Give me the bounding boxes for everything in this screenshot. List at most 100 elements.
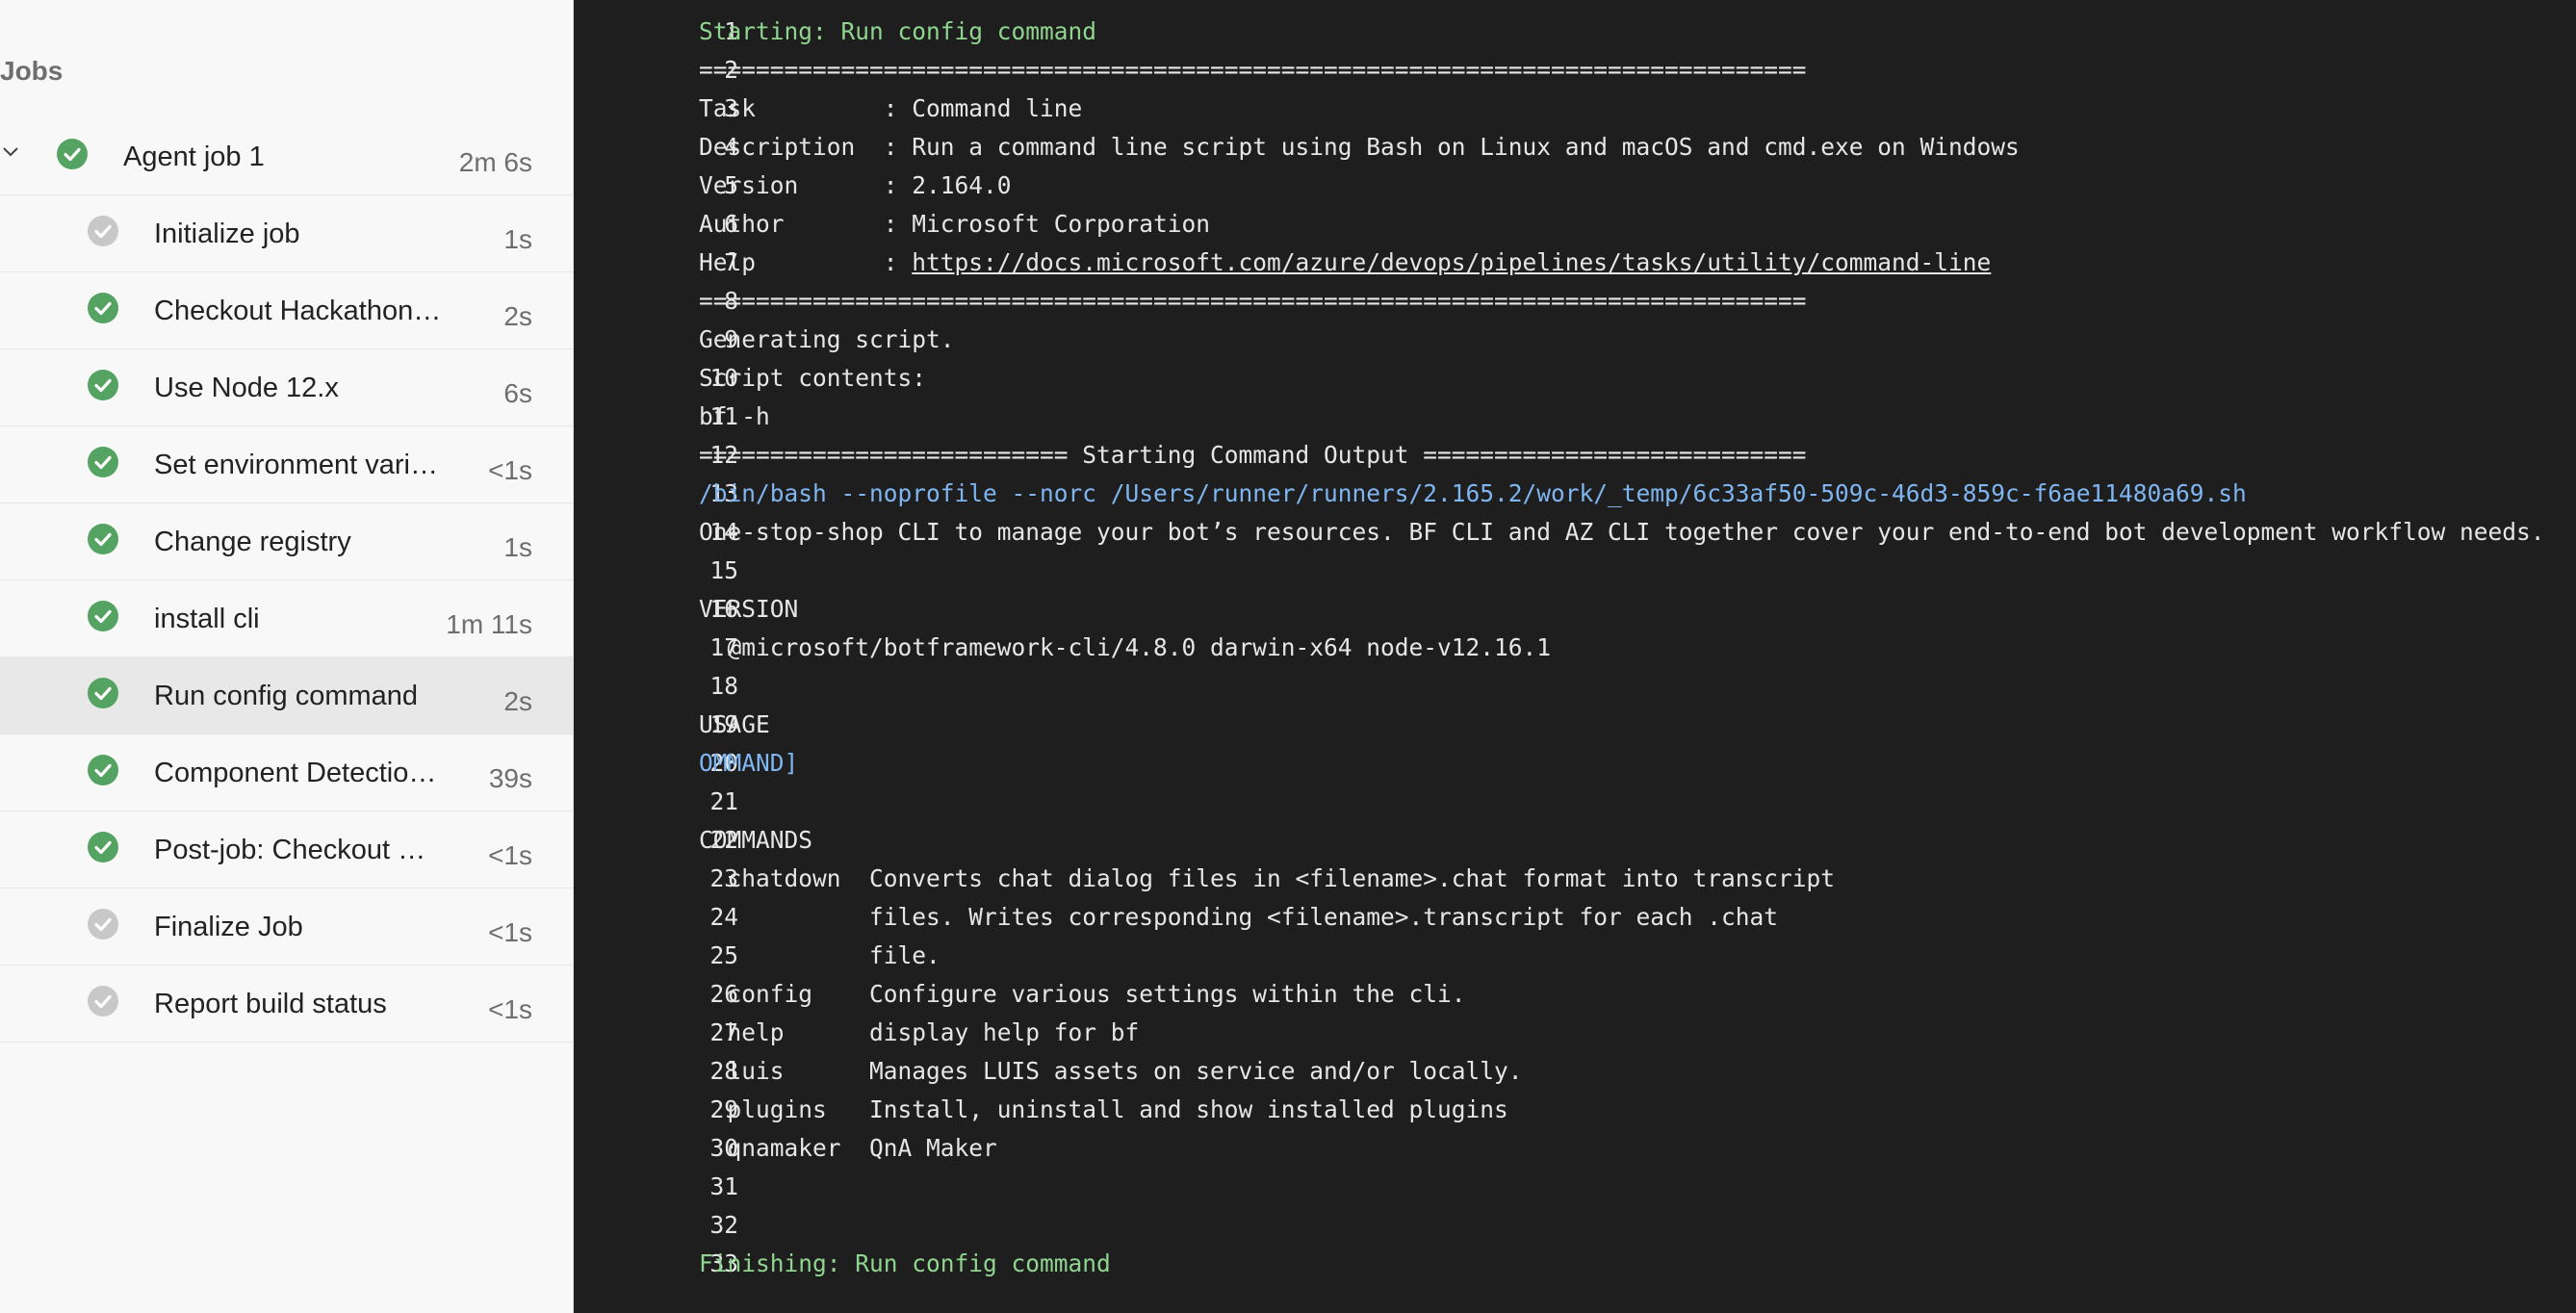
skipped-check-icon [88, 986, 118, 1017]
step-row[interactable]: Set environment vari… <1s [0, 426, 573, 503]
step-row[interactable]: Initialize job 1s [0, 195, 573, 272]
step-label: Checkout Hackathon… [154, 296, 442, 326]
log-line: 11 bf -h [574, 402, 2576, 441]
log-line: 27 help display help for bf [574, 1018, 2576, 1057]
line-text: help display help for bf [699, 1018, 1140, 1046]
log-line: 16 VERSION [574, 595, 2576, 633]
jobs-heading: Jobs [0, 56, 64, 86]
log-line: 1 Starting: Run config command [574, 17, 2576, 56]
job-row-agent-job-1[interactable]: Agent job 1 2m 6s [0, 118, 573, 195]
line-text: ========================== Starting Comm… [699, 441, 1807, 469]
step-row[interactable]: install cli 1m 11s [0, 580, 573, 657]
line-text: USAGE [699, 710, 770, 738]
line-text: Finishing: Run config command [699, 1249, 1111, 1277]
step-label: Post-job: Checkout … [154, 835, 426, 865]
line-number: 18 [709, 672, 738, 700]
step-row[interactable]: Change registry 1s [0, 503, 573, 580]
success-check-icon [88, 601, 118, 631]
log-line: 6 Author : Microsoft Corporation [574, 210, 2576, 248]
line-text: qnamaker QnA Maker [699, 1134, 997, 1162]
success-check-icon [88, 832, 118, 862]
step-label: Report build status [154, 989, 387, 1019]
line-text: Description : Run a command line script … [699, 133, 2020, 161]
step-duration: 39s [488, 763, 532, 793]
line-text: Help : https://docs.microsoft.com/azure/… [699, 248, 1991, 276]
step-duration: 1m 11s [446, 609, 532, 639]
success-check-icon [88, 678, 118, 708]
line-text: VERSION [699, 595, 799, 623]
log-line: 26 config Configure various settings wit… [574, 980, 2576, 1018]
step-duration: <1s [488, 455, 532, 485]
log-line: 24 files. Writes corresponding <filename… [574, 903, 2576, 941]
line-text: ========================================… [699, 287, 1807, 315]
log-line: 22 COMMANDS [574, 826, 2576, 864]
chevron-down-icon[interactable] [2, 143, 19, 161]
line-text: Version : 2.164.0 [699, 171, 1012, 199]
line-text: OMMAND] [699, 749, 799, 777]
line-text: Starting: Run config command [699, 17, 1097, 45]
log-line: 10 Script contents: [574, 364, 2576, 402]
line-text: Task : Command line [699, 94, 1083, 122]
log-line: 5 Version : 2.164.0 [574, 171, 2576, 210]
line-text: plugins Install, uninstall and show inst… [699, 1095, 1508, 1123]
success-check-icon [88, 755, 118, 785]
log-line: 8 =======================================… [574, 287, 2576, 325]
step-duration: 2s [503, 686, 532, 716]
log-line: 30 qnamaker QnA Maker [574, 1134, 2576, 1172]
step-row[interactable]: Finalize Job <1s [0, 888, 573, 965]
step-duration: 1s [503, 224, 532, 254]
step-label: Change registry [154, 527, 351, 557]
step-row[interactable]: Post-job: Checkout … <1s [0, 811, 573, 888]
line-text: config Configure various settings within… [699, 980, 1466, 1008]
log-line: 18 [574, 672, 2576, 710]
skipped-check-icon [88, 909, 118, 940]
step-row[interactable]: Report build status <1s [0, 965, 573, 1043]
step-label: Finalize Job [154, 912, 303, 942]
log-line: 33 Finishing: Run config command [574, 1249, 2576, 1288]
jobs-sidebar: Jobs Agent job 1 2m 6s Initialize job 1s Che… [0, 0, 574, 1313]
step-label: Initialize job [154, 219, 300, 249]
success-check-icon [88, 447, 118, 477]
log-line: 29 plugins Install, uninstall and show i… [574, 1095, 2576, 1134]
step-duration: 1s [503, 532, 532, 562]
line-number: 31 [709, 1172, 738, 1200]
line-text: /bin/bash --noprofile --norc /Users/runn… [699, 479, 2247, 507]
success-check-icon [88, 370, 118, 400]
step-row[interactable]: Checkout Hackathon… 2s [0, 272, 573, 349]
step-row[interactable]: Component Detectio… 39s [0, 734, 573, 811]
step-label: Set environment vari… [154, 450, 438, 480]
step-row[interactable]: Run config command 2s [0, 657, 573, 734]
step-duration: <1s [488, 840, 532, 870]
job-label: Agent job 1 [123, 142, 265, 172]
log-line: 31 [574, 1172, 2576, 1211]
step-duration: 2s [503, 301, 532, 331]
log-line: 23 chatdown Converts chat dialog files i… [574, 864, 2576, 903]
step-label: Use Node 12.x [154, 373, 339, 403]
line-text: file. [699, 941, 940, 969]
log-line: 7 Help : https://docs.microsoft.com/azure… [574, 248, 2576, 287]
success-check-icon [88, 293, 118, 323]
log-console[interactable]: 1 Starting: Run config command 2 ==========… [574, 0, 2576, 1313]
log-line: 3 Task : Command line [574, 94, 2576, 133]
line-text: files. Writes corresponding <filename>.t… [699, 903, 1779, 931]
step-label: Component Detectio… [154, 758, 437, 788]
step-duration: <1s [488, 917, 532, 947]
log-line: 28 luis Manages LUIS assets on service a… [574, 1057, 2576, 1095]
log-line: 19 USAGE [574, 710, 2576, 749]
step-duration: <1s [488, 994, 532, 1024]
step-label: install cli [154, 604, 260, 634]
job-duration: 2m 6s [458, 147, 532, 177]
log-line: 20 OMMAND] [574, 749, 2576, 787]
line-number: 21 [709, 787, 738, 815]
log-line: 15 [574, 556, 2576, 595]
log-line: 17 @microsoft/botframework-cli/4.8.0 dar… [574, 633, 2576, 672]
help-link[interactable]: https://docs.microsoft.com/azure/devops/… [912, 248, 1991, 276]
line-text: Script contents: [699, 364, 927, 392]
line-text: bf -h [699, 402, 770, 430]
line-text: ========================================… [699, 56, 1807, 84]
line-number: 32 [709, 1211, 738, 1239]
line-text: COMMANDS [699, 826, 813, 854]
line-text: Author : Microsoft Corporation [699, 210, 1211, 238]
line-text: One-stop-shop CLI to manage your bot’s r… [699, 518, 2545, 546]
step-row[interactable]: Use Node 12.x 6s [0, 349, 573, 426]
